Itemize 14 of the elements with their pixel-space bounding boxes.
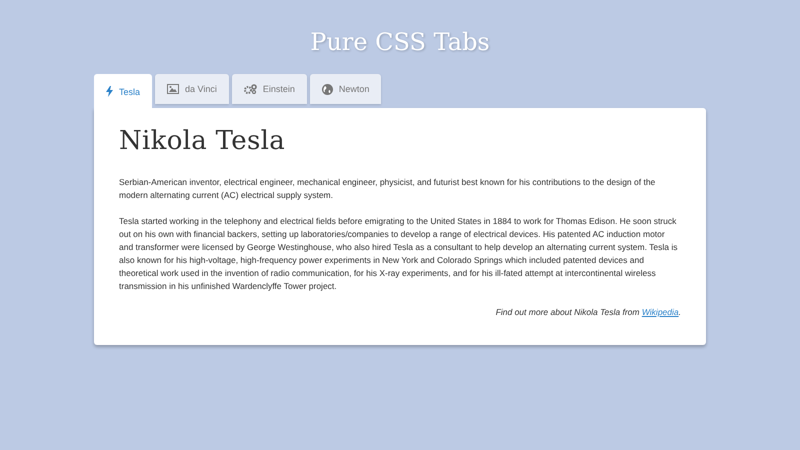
paragraph: Serbian-American inventor, electrical engineer, mechanical engineer, physicist, and futurist best known for his contributions to the design of the modern alternating current (AC) electrical supply system. [119, 176, 656, 202]
tab[interactable]: Newton [310, 74, 382, 104]
tab[interactable]: Tesla [94, 74, 152, 109]
gears-icon [244, 84, 257, 94]
lightning-icon [106, 86, 113, 97]
tab[interactable]: Einstein [232, 74, 307, 104]
tab[interactable]: da Vinci [155, 74, 229, 104]
image-icon [167, 84, 180, 94]
footer-note: Find out more about Nikola Tesla from Wikipedia. [494, 306, 681, 319]
globe-icon [322, 84, 333, 94]
panel-heading: Nikola Tesla [119, 126, 286, 156]
wikipedia-link[interactable]: Wikipedia [642, 307, 679, 317]
page-title: Pure CSS Tabs [310, 28, 490, 56]
paragraph: Tesla started working in the telephony and electrical fields before emigrating to the United States in 1884 to work for Thomas Edison. He soon struck out on his own with financial backers, setting up laboratories/companies to develop a range of electrical devices. His patented AC induction motor and transformer were licensed by George Westinghouse, who also hired Tesla as a consultant to help develop an alternating current system. Tesla is also known for his high-voltage, high-frequency power experiments in New York and Colorado Springs which included patented devices and theoretical work used in the invention of radio communication, for his X-ray experiments, and for his ill-fated attempt at intercontinental wireless transmission in his unfinished Wardenclyffe Tower project. [119, 215, 678, 293]
